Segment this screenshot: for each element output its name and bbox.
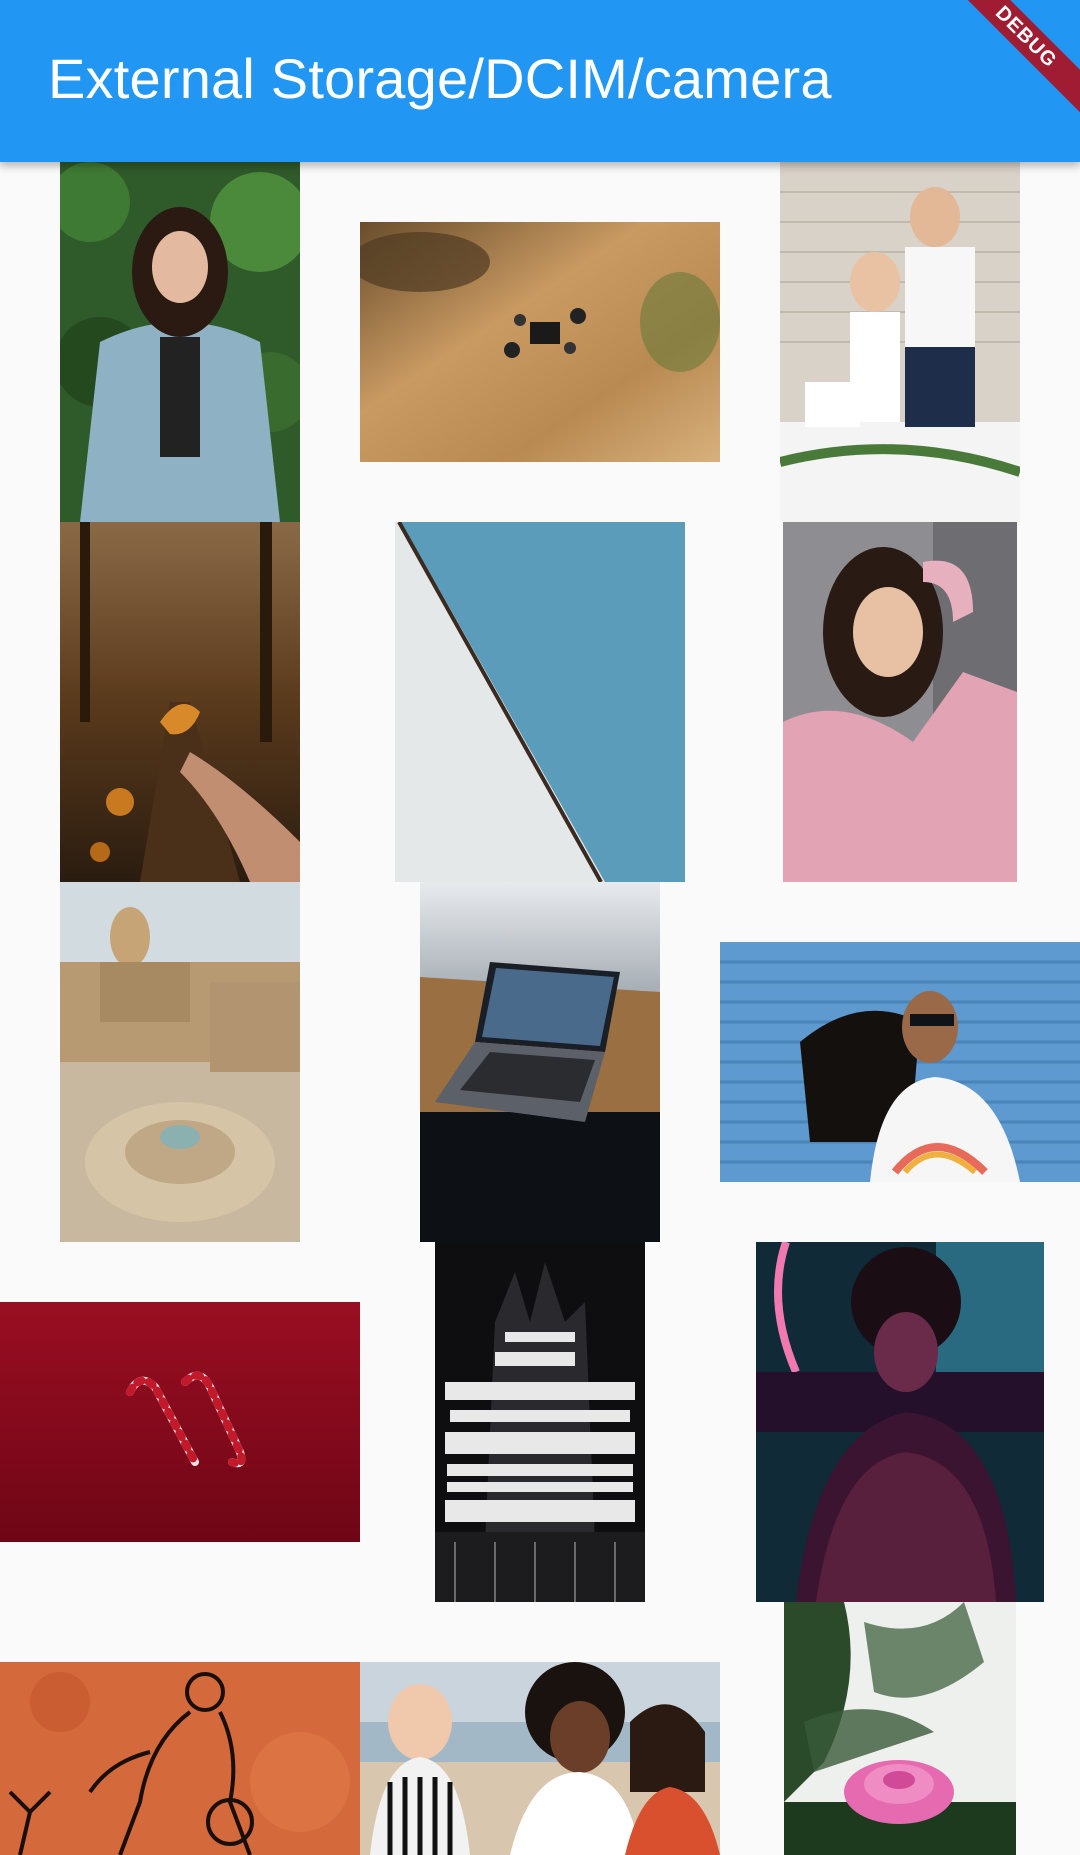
photo-grid[interactable] bbox=[0, 0, 1080, 1855]
photo-minimal-diagonal bbox=[395, 522, 685, 882]
photo-tile[interactable] bbox=[60, 162, 300, 522]
photo-woman-neon bbox=[756, 1242, 1044, 1602]
photo-woman-floral bbox=[783, 522, 1017, 882]
photo-drone bbox=[360, 222, 720, 462]
photo-tile[interactable] bbox=[780, 162, 1020, 522]
photo-tile[interactable] bbox=[0, 1662, 360, 1855]
app-screen: External Storage/DCIM/camera DEBUG bbox=[0, 0, 1080, 1855]
photo-tile[interactable] bbox=[420, 882, 660, 1242]
photo-tile[interactable] bbox=[360, 1662, 720, 1855]
app-bar: External Storage/DCIM/camera bbox=[0, 0, 1080, 162]
photo-tile[interactable] bbox=[784, 1602, 1016, 1855]
photo-orange-wall bbox=[0, 1662, 360, 1855]
photo-city-fountain bbox=[60, 882, 300, 1242]
photo-projection-building bbox=[435, 1242, 645, 1602]
photo-pink-flower bbox=[784, 1602, 1016, 1855]
debug-banner: DEBUG bbox=[960, 0, 1080, 120]
photo-tile[interactable] bbox=[0, 1302, 360, 1542]
photo-tile[interactable] bbox=[720, 942, 1080, 1182]
photo-wedding bbox=[780, 162, 1020, 522]
photo-candy-canes bbox=[0, 1302, 360, 1542]
photo-tile[interactable] bbox=[60, 522, 300, 882]
photo-tile[interactable] bbox=[360, 222, 720, 462]
photo-woman-coat bbox=[60, 162, 300, 522]
photo-tile[interactable] bbox=[435, 1242, 645, 1602]
photo-woman-sunglasses bbox=[720, 942, 1080, 1182]
page-title: External Storage/DCIM/camera bbox=[48, 47, 832, 110]
photo-laptop bbox=[420, 882, 660, 1242]
photo-tile[interactable] bbox=[783, 522, 1017, 882]
photo-autumn bbox=[60, 522, 300, 882]
photo-tile[interactable] bbox=[60, 882, 300, 1242]
photo-friends-beach bbox=[360, 1662, 720, 1855]
photo-tile[interactable] bbox=[395, 522, 685, 882]
debug-label: DEBUG bbox=[960, 0, 1080, 119]
photo-tile[interactable] bbox=[756, 1242, 1044, 1602]
